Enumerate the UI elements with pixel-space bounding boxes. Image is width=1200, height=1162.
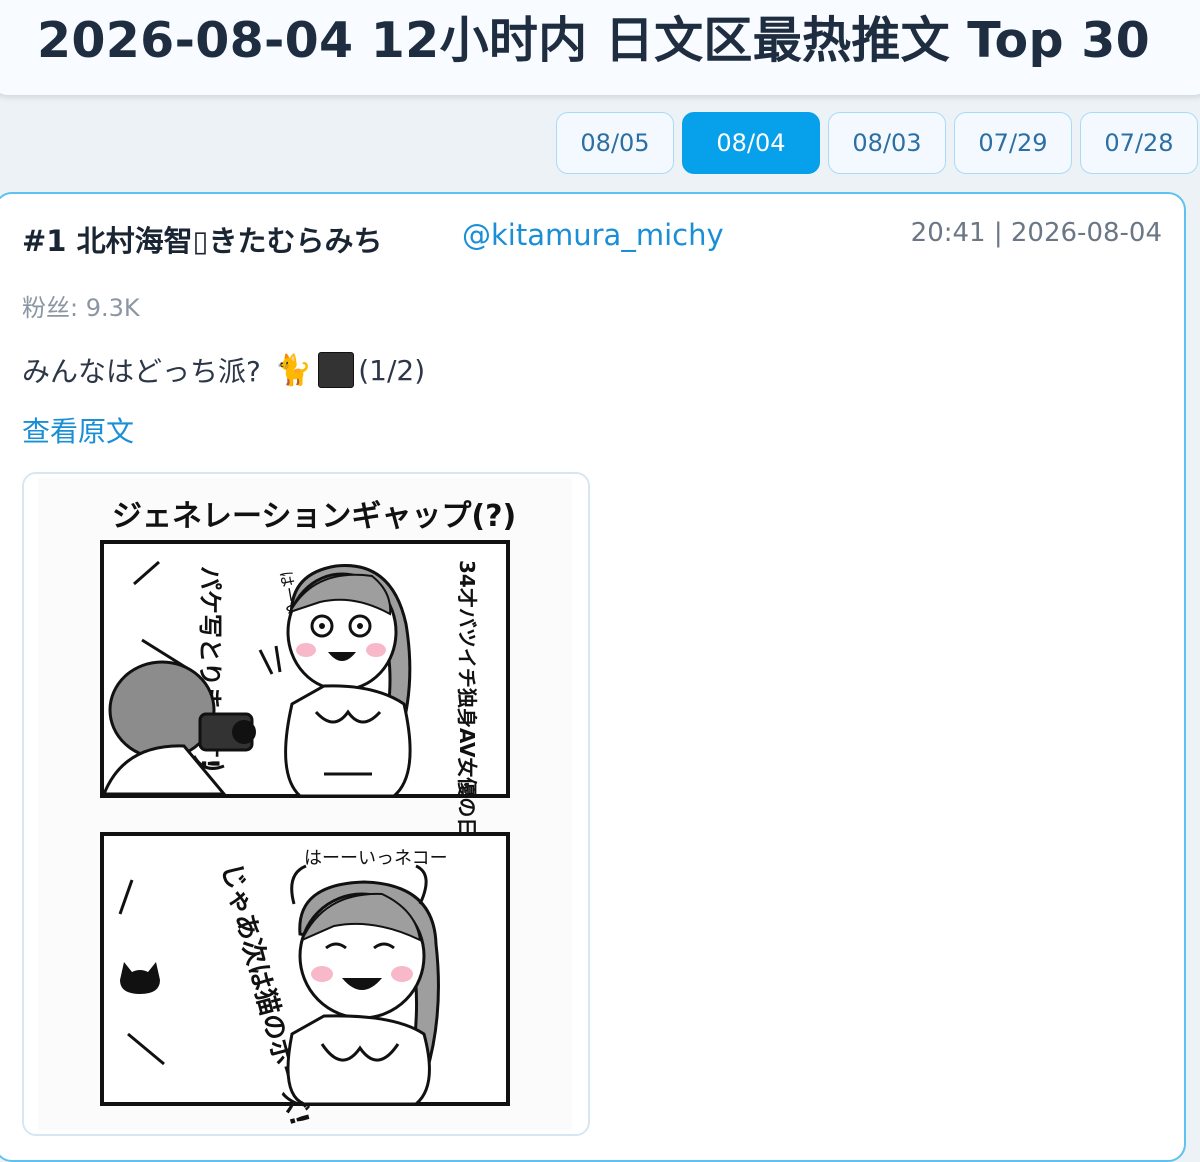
- tweet-card: #1 北村海智▯きたむらみち @kitamura_michy 20:41 | 2…: [0, 192, 1186, 1162]
- panel1-side-text: 34才バツイチ独身AV女優の日常: [455, 560, 479, 857]
- comic-heading: ジェネレーションギャップ(?): [112, 499, 516, 534]
- tweet-text-prefix: みんなはどっち派?: [22, 355, 261, 388]
- panel2-speech-top: はーーいっネコー: [304, 848, 448, 869]
- tab-date-0804[interactable]: 08/04: [682, 112, 820, 174]
- page-title: 2026-08-04 12小时内 日文区最热推文 Top 30: [37, 12, 1150, 69]
- black-square-icon: [318, 352, 355, 388]
- tweet-text-suffix: (1/2): [358, 353, 426, 387]
- view-original-link[interactable]: 查看原文: [22, 410, 134, 450]
- tweet-image[interactable]: ジェネレーションギャップ(?) パケ写とりまーす! はーいっ 34才バツイチ独身…: [22, 472, 590, 1136]
- page-header: 2026-08-04 12小时内 日文区最热推文 Top 30: [0, 0, 1200, 96]
- tab-date-0803[interactable]: 08/03: [828, 112, 946, 174]
- tab-date-0805[interactable]: 08/05: [556, 112, 674, 174]
- follower-count: 粉丝: 9.3K: [22, 294, 140, 322]
- date-tabs: 08/05 08/04 08/03 07/29 07/28: [556, 112, 1198, 174]
- comic-image: ジェネレーションギャップ(?) パケ写とりまーす! はーいっ 34才バツイチ独身…: [24, 474, 588, 1134]
- tweet-author-name: #1 北村海智▯きたむらみち: [22, 224, 383, 258]
- tab-date-0728[interactable]: 07/28: [1080, 112, 1198, 174]
- tweet-text: みんなはどっち派? 🐈 (1/2): [22, 350, 425, 390]
- tweet-author-handle[interactable]: @kitamura_michy: [462, 218, 724, 252]
- cat-icon: 🐈: [274, 352, 313, 388]
- tweet-timestamp: 20:41 | 2026-08-04: [910, 218, 1162, 248]
- woman-figure-2: [286, 864, 440, 1106]
- tab-date-0729[interactable]: 07/29: [954, 112, 1072, 174]
